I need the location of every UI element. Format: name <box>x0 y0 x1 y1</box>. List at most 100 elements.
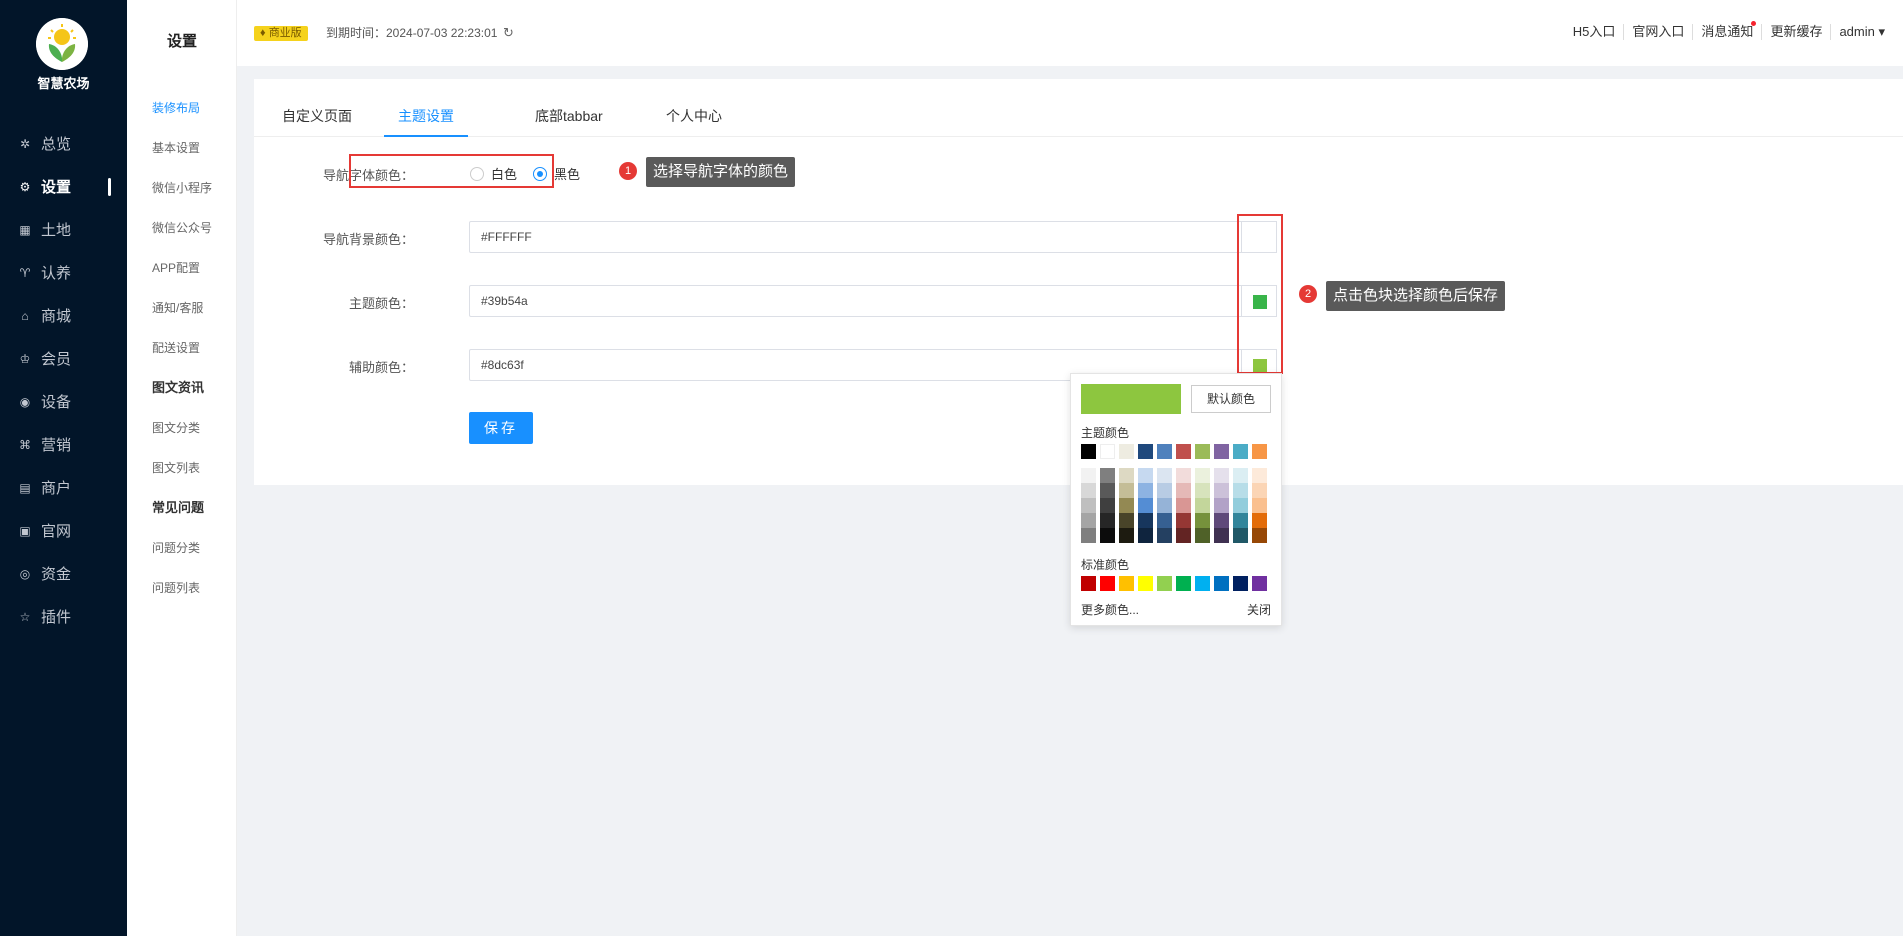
picker-default-button[interactable]: 默认颜色 <box>1191 385 1271 413</box>
shade-swatch-5-3[interactable] <box>1176 513 1191 528</box>
nav-item-10[interactable]: ◎ 资金 <box>0 552 127 595</box>
shade-swatch-5-2[interactable] <box>1176 498 1191 513</box>
standard-color-swatch-1[interactable] <box>1100 576 1115 591</box>
picker-more-colors[interactable]: 更多颜色... <box>1081 601 1139 618</box>
save-button[interactable]: 保存 <box>469 412 533 444</box>
shade-swatch-8-0[interactable] <box>1233 468 1248 483</box>
nav-bg-color-input[interactable]: #FFFFFF <box>469 221 1254 253</box>
shade-swatch-6-3[interactable] <box>1195 513 1210 528</box>
standard-color-swatch-7[interactable] <box>1214 576 1229 591</box>
tab-theme-settings[interactable]: 主题设置 <box>384 106 468 137</box>
nav-item-3[interactable]: ♈ 认养 <box>0 251 127 294</box>
shade-swatch-7-4[interactable] <box>1214 528 1229 543</box>
picker-close-button[interactable]: 关闭 <box>1247 601 1271 618</box>
submenu-item[interactable]: 配送设置 <box>127 328 237 368</box>
shade-swatch-9-2[interactable] <box>1252 498 1267 513</box>
theme-color-swatch-9[interactable] <box>1252 444 1267 459</box>
submenu-item[interactable]: APP配置 <box>127 248 237 288</box>
theme-color-swatch-0[interactable] <box>1081 444 1096 459</box>
shade-swatch-2-0[interactable] <box>1119 468 1134 483</box>
nav-item-1[interactable]: ⚙ 设置 <box>0 165 127 208</box>
user-menu[interactable]: admin ▾ <box>1831 24 1893 40</box>
nav-item-7[interactable]: ⌘ 营销 <box>0 423 127 466</box>
shade-swatch-9-1[interactable] <box>1252 483 1267 498</box>
shade-swatch-1-1[interactable] <box>1100 483 1115 498</box>
tab-personal-center[interactable]: 个人中心 <box>666 106 722 137</box>
shade-swatch-0-1[interactable] <box>1081 483 1096 498</box>
h5-entry-link[interactable]: H5入口 <box>1565 24 1625 40</box>
standard-color-swatch-6[interactable] <box>1195 576 1210 591</box>
theme-color-swatch-7[interactable] <box>1214 444 1229 459</box>
submenu-item[interactable]: 微信小程序 <box>127 168 237 208</box>
theme-color-input[interactable]: #39b54a <box>469 285 1254 317</box>
theme-color-swatch-5[interactable] <box>1176 444 1191 459</box>
shade-swatch-5-4[interactable] <box>1176 528 1191 543</box>
standard-color-swatch-4[interactable] <box>1157 576 1172 591</box>
shade-swatch-3-1[interactable] <box>1138 483 1153 498</box>
shade-swatch-7-2[interactable] <box>1214 498 1229 513</box>
submenu-item[interactable]: 基本设置 <box>127 128 237 168</box>
shade-swatch-4-4[interactable] <box>1157 528 1172 543</box>
tab-bottom-tabbar[interactable]: 底部tabbar <box>535 106 603 137</box>
theme-color-swatch-6[interactable] <box>1195 444 1210 459</box>
submenu-item[interactable]: 问题分类 <box>127 528 237 568</box>
shade-swatch-1-0[interactable] <box>1100 468 1115 483</box>
shade-swatch-5-0[interactable] <box>1176 468 1191 483</box>
submenu-item[interactable]: 通知/客服 <box>127 288 237 328</box>
shade-swatch-7-0[interactable] <box>1214 468 1229 483</box>
submenu-item[interactable]: 微信公众号 <box>127 208 237 248</box>
website-entry-link[interactable]: 官网入口 <box>1624 24 1694 40</box>
standard-color-swatch-0[interactable] <box>1081 576 1096 591</box>
shade-swatch-9-3[interactable] <box>1252 513 1267 528</box>
shade-swatch-6-0[interactable] <box>1195 468 1210 483</box>
theme-color-swatch-4[interactable] <box>1157 444 1172 459</box>
nav-item-8[interactable]: ▤ 商户 <box>0 466 127 509</box>
theme-color-swatch-8[interactable] <box>1233 444 1248 459</box>
shade-swatch-2-1[interactable] <box>1119 483 1134 498</box>
nav-item-9[interactable]: ▣ 官网 <box>0 509 127 552</box>
theme-color-swatch-1[interactable] <box>1100 444 1115 459</box>
nav-item-5[interactable]: ♔ 会员 <box>0 337 127 380</box>
shade-swatch-4-1[interactable] <box>1157 483 1172 498</box>
shade-swatch-8-2[interactable] <box>1233 498 1248 513</box>
standard-color-swatch-9[interactable] <box>1252 576 1267 591</box>
standard-color-swatch-2[interactable] <box>1119 576 1134 591</box>
standard-color-swatch-3[interactable] <box>1138 576 1153 591</box>
shade-swatch-1-2[interactable] <box>1100 498 1115 513</box>
shade-swatch-4-3[interactable] <box>1157 513 1172 528</box>
shade-swatch-3-3[interactable] <box>1138 513 1153 528</box>
shade-swatch-3-4[interactable] <box>1138 528 1153 543</box>
standard-color-swatch-5[interactable] <box>1176 576 1191 591</box>
shade-swatch-0-3[interactable] <box>1081 513 1096 528</box>
refresh-icon[interactable]: ↻ <box>503 25 514 41</box>
shade-swatch-9-0[interactable] <box>1252 468 1267 483</box>
shade-swatch-6-4[interactable] <box>1195 528 1210 543</box>
theme-color-swatch-2[interactable] <box>1119 444 1134 459</box>
submenu-item[interactable]: 装修布局 <box>127 88 237 128</box>
shade-swatch-8-3[interactable] <box>1233 513 1248 528</box>
shade-swatch-7-1[interactable] <box>1214 483 1229 498</box>
submenu-item[interactable]: 问题列表 <box>127 568 237 608</box>
shade-swatch-4-2[interactable] <box>1157 498 1172 513</box>
shade-swatch-8-1[interactable] <box>1233 483 1248 498</box>
shade-swatch-2-4[interactable] <box>1119 528 1134 543</box>
tab-custom-page[interactable]: 自定义页面 <box>282 106 352 137</box>
shade-swatch-4-0[interactable] <box>1157 468 1172 483</box>
nav-item-0[interactable]: ✲ 总览 <box>0 122 127 165</box>
clear-cache-link[interactable]: 更新缓存 <box>1762 24 1832 40</box>
nav-item-11[interactable]: ☆ 插件 <box>0 595 127 638</box>
nav-item-6[interactable]: ◉ 设备 <box>0 380 127 423</box>
nav-item-2[interactable]: ▦ 土地 <box>0 208 127 251</box>
shade-swatch-9-4[interactable] <box>1252 528 1267 543</box>
standard-color-swatch-8[interactable] <box>1233 576 1248 591</box>
shade-swatch-0-4[interactable] <box>1081 528 1096 543</box>
shade-swatch-6-1[interactable] <box>1195 483 1210 498</box>
notifications-link[interactable]: 消息通知 <box>1693 21 1763 40</box>
shade-swatch-3-2[interactable] <box>1138 498 1153 513</box>
shade-swatch-5-1[interactable] <box>1176 483 1191 498</box>
shade-swatch-3-0[interactable] <box>1138 468 1153 483</box>
shade-swatch-0-2[interactable] <box>1081 498 1096 513</box>
submenu-item[interactable]: 图文列表 <box>127 448 237 488</box>
brand-logo[interactable] <box>36 18 88 70</box>
shade-swatch-1-3[interactable] <box>1100 513 1115 528</box>
